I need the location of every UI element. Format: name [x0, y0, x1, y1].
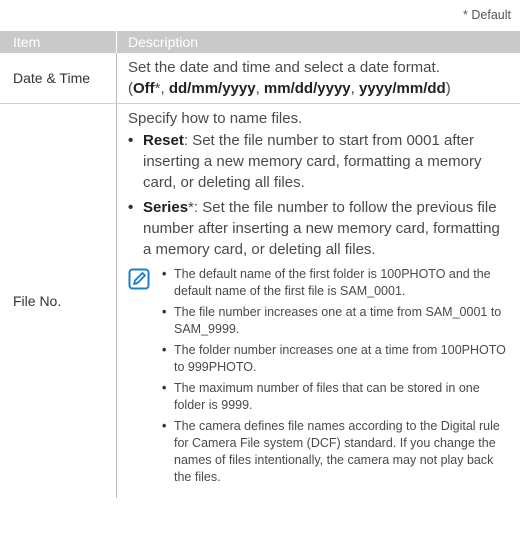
- header-description: Description: [116, 31, 520, 53]
- list-item: The default name of the first folder is …: [162, 266, 512, 300]
- format-mm-dd-yyyy: mm/dd/yyyy: [263, 80, 351, 97]
- option-reset-text: : Set the file number to start from 0001…: [143, 132, 482, 191]
- list-item: The maximum number of files that can be …: [162, 380, 512, 414]
- row-label-file-no: File No.: [13, 293, 62, 309]
- note-pencil-icon: [128, 268, 152, 490]
- file-no-intro: Specify how to name files.: [128, 110, 303, 127]
- list-item: Series*: Set the file number to follow t…: [128, 197, 512, 260]
- date-time-desc: Set the date and time and select a date …: [128, 59, 440, 76]
- list-item: Reset: Set the file number to start from…: [128, 130, 512, 193]
- option-series-text: : Set the file number to follow the prev…: [143, 199, 500, 258]
- default-mark: *,: [154, 80, 169, 97]
- row-description: Set the date and time and select a date …: [116, 53, 520, 103]
- row-label-date-time: Date & Time: [13, 70, 91, 86]
- table-header: Item Description: [0, 31, 520, 53]
- separator: ,: [350, 80, 359, 97]
- settings-table: Item Description Date & Time Set the dat…: [0, 31, 520, 498]
- separator: ,: [255, 80, 264, 97]
- row-description: Specify how to name files. Reset: Set th…: [116, 104, 520, 498]
- option-series-label: Series: [143, 199, 189, 216]
- note-box: The default name of the first folder is …: [128, 266, 512, 490]
- format-yyyy-mm-dd: yyyy/mm/dd: [358, 80, 446, 97]
- format-off: Off: [133, 80, 155, 97]
- option-reset-label: Reset: [143, 132, 184, 149]
- note-list: The default name of the first folder is …: [162, 266, 512, 490]
- format-dd-mm-yyyy: dd/mm/yyyy: [168, 80, 256, 97]
- table-row: Date & Time Set the date and time and se…: [0, 53, 520, 104]
- table-row: File No. Specify how to name files. Rese…: [0, 104, 520, 498]
- list-item: The file number increases one at a time …: [162, 304, 512, 338]
- paren-close: ): [445, 80, 451, 97]
- list-item: The camera defines file names according …: [162, 418, 512, 486]
- option-list: Reset: Set the file number to start from…: [128, 130, 512, 260]
- list-item: The folder number increases one at a tim…: [162, 342, 512, 376]
- header-item: Item: [13, 34, 41, 50]
- default-legend: * Default: [463, 8, 511, 22]
